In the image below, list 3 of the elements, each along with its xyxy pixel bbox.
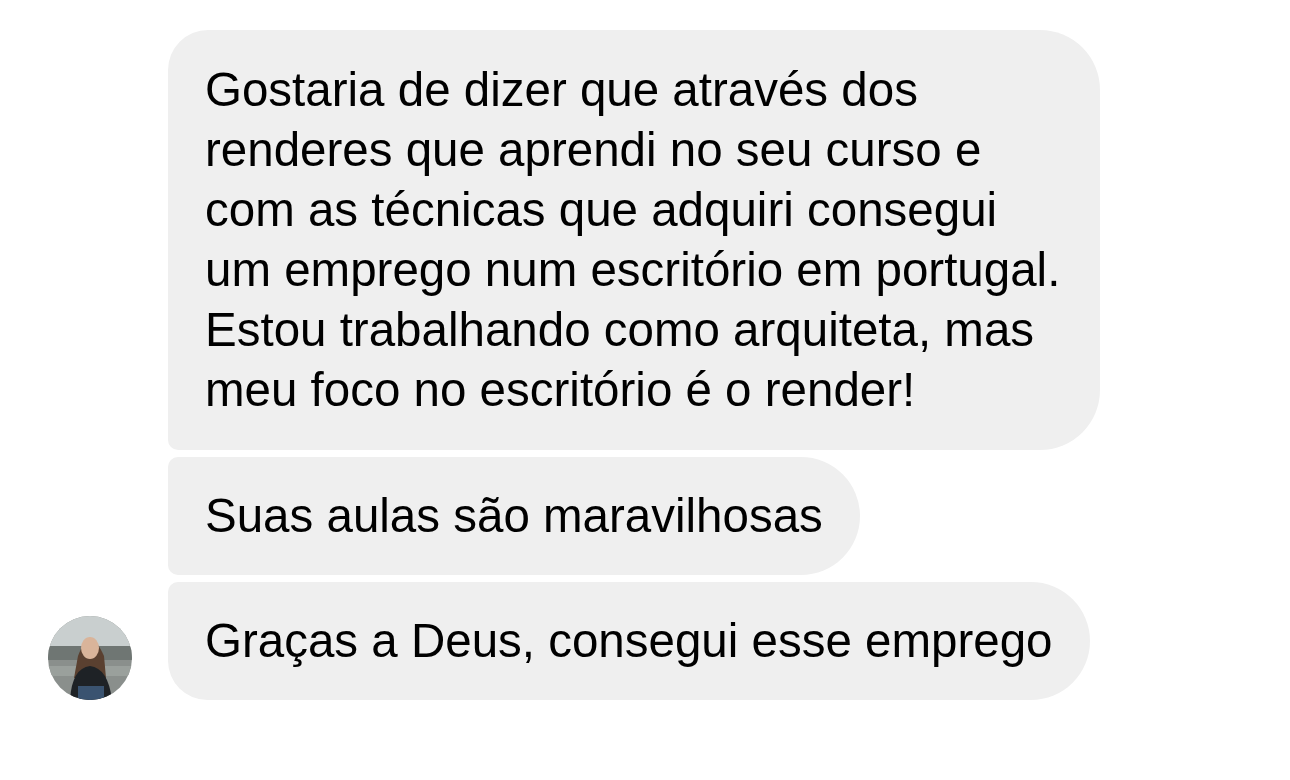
message-bubble: Gostaria de dizer que através dos renderes que aprendi no seu curso e com as técnicas que adquiri consegui um emprego num escritório em portugal. Estou trabalhando como arquiteta, mas meu foco no escritório é o render! [168, 30, 1100, 450]
message-bubble: Graças a Deus, consegui esse emprego [168, 582, 1090, 700]
message-bubble: Suas aulas são maravilhosas [168, 457, 860, 575]
